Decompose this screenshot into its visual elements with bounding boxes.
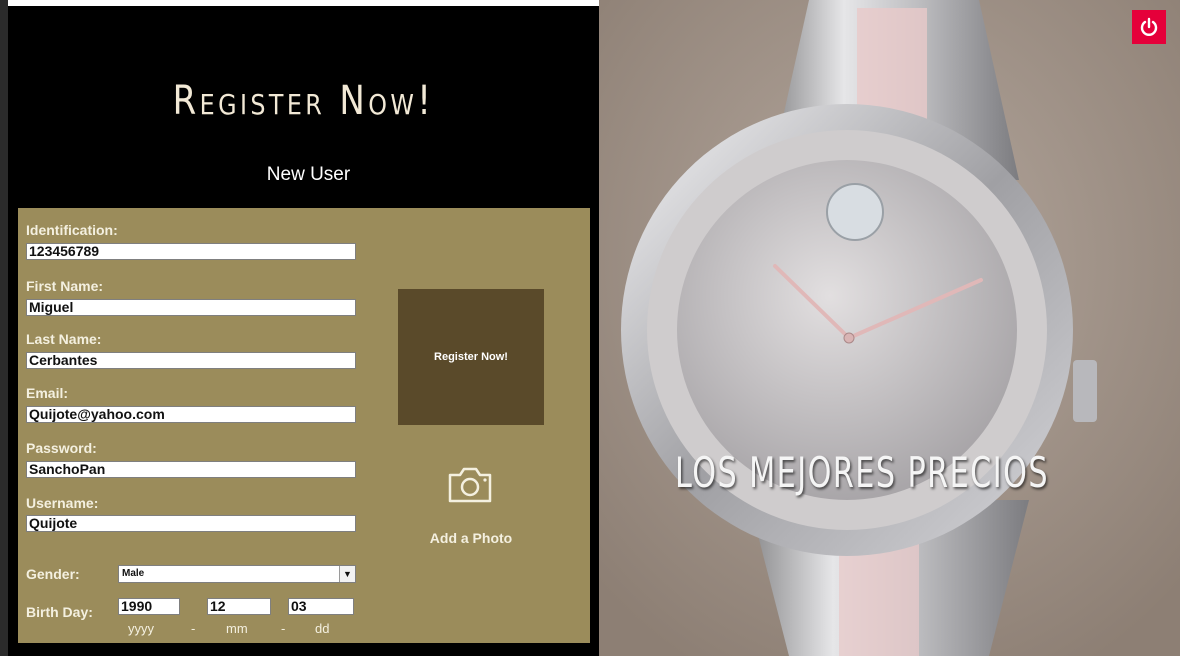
last-name-label: Last Name: — [26, 331, 102, 347]
last-name-field[interactable]: Cerbantes — [26, 352, 356, 369]
first-name-field[interactable]: Miguel — [26, 299, 356, 316]
identification-label: Identification: — [26, 222, 118, 238]
birthday-label: Birth Day: — [26, 604, 93, 620]
chevron-down-icon[interactable]: ▼ — [339, 566, 355, 582]
month-hint: mm — [226, 621, 248, 636]
page-title: Register Now! — [172, 78, 435, 124]
add-photo-label[interactable]: Add a Photo — [398, 530, 544, 546]
page-subtitle: New User — [266, 164, 351, 185]
power-icon — [1140, 17, 1158, 36]
birth-month-field[interactable]: 12 — [207, 598, 271, 615]
username-field[interactable]: Quijote — [26, 515, 356, 532]
window-edge — [0, 0, 8, 656]
email-field[interactable]: Quijote@yahoo.com — [26, 406, 356, 423]
camera-icon[interactable] — [446, 465, 494, 505]
username-label: Username: — [26, 495, 99, 511]
promo-text: LOS MEJORES PRECIOS — [675, 448, 1049, 497]
promo-panel: LOS MEJORES PRECIOS — [599, 0, 1180, 656]
gender-value: Male — [122, 568, 145, 579]
password-field[interactable]: SanchoPan — [26, 461, 356, 478]
gender-label: Gender: — [26, 566, 80, 582]
birth-year-field[interactable]: 1990 — [118, 598, 180, 615]
separator: - — [281, 621, 286, 636]
registration-form: Identification: 123456789 First Name: Mi… — [18, 208, 590, 643]
birth-day-field[interactable]: 03 — [288, 598, 354, 615]
year-hint: yyyy — [128, 621, 154, 636]
watch-image — [599, 0, 1180, 656]
identification-field[interactable]: 123456789 — [26, 243, 356, 260]
email-label: Email: — [26, 385, 69, 401]
power-button[interactable] — [1132, 10, 1166, 44]
day-hint: dd — [315, 621, 330, 636]
first-name-label: First Name: — [26, 278, 104, 294]
register-button[interactable]: Register Now! — [398, 289, 544, 425]
gender-select[interactable]: Male ▼ — [118, 565, 356, 583]
separator: - — [191, 621, 196, 636]
password-label: Password: — [26, 440, 97, 456]
